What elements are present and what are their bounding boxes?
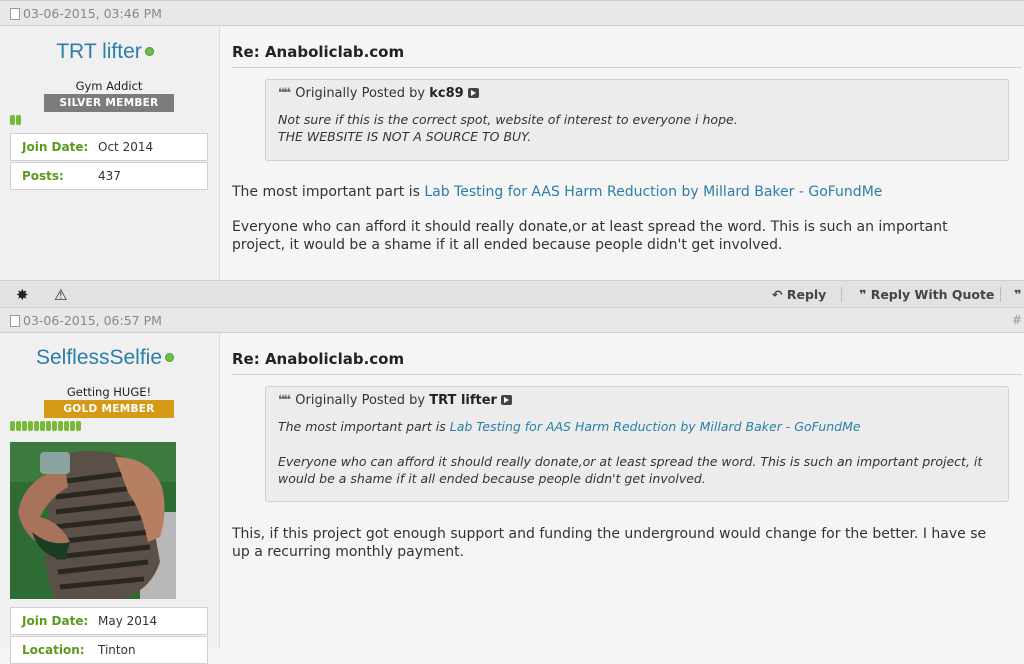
reputation-pip-icon bbox=[10, 421, 15, 431]
user-title: Gym Addict bbox=[75, 79, 143, 93]
user-title: Getting HUGE! bbox=[66, 385, 152, 399]
post-body-line: project, it would be a shame if it all e… bbox=[232, 237, 783, 253]
post-body-line: The most important part is Lab Testing f… bbox=[232, 183, 882, 201]
post-body-line: up a recurring monthly payment. bbox=[232, 544, 465, 560]
join-date-value: May 2014 bbox=[98, 614, 158, 628]
reply-with-quote-button[interactable]: ❞ Reply With Quote bbox=[859, 287, 994, 302]
star-icon[interactable]: ✸ bbox=[16, 286, 29, 304]
post-icon bbox=[10, 8, 20, 20]
title-divider bbox=[232, 67, 1022, 68]
divider bbox=[1000, 287, 1001, 302]
join-date-label: Join Date: bbox=[22, 140, 89, 154]
quote-block: ❝❝ Originally Posted by kc89 Not sure if … bbox=[265, 79, 1009, 161]
quote-icon: ❝❝ bbox=[278, 393, 291, 408]
reputation-pip-icon bbox=[34, 421, 39, 431]
title-divider bbox=[232, 374, 1022, 375]
post-date-bar: 03-06-2015, 06:57 PM # bbox=[0, 307, 1024, 333]
quote-prefix: Originally Posted by bbox=[295, 393, 426, 408]
view-post-icon[interactable] bbox=[467, 88, 479, 98]
quote-line: THE WEBSITE IS NOT A SOURCE TO BUY. bbox=[278, 129, 532, 144]
reply-button[interactable]: ↶ Reply bbox=[772, 287, 826, 302]
post-title: Re: Anaboliclab.com bbox=[232, 43, 405, 61]
reply-arrow-icon: ↶ bbox=[772, 287, 783, 302]
location-value: Tinton bbox=[98, 643, 136, 657]
post-date-text: 03-06-2015, 03:46 PM bbox=[23, 6, 162, 21]
quote-icon: ❝❝ bbox=[278, 86, 291, 101]
quote-bubble-icon: ❞ bbox=[859, 287, 867, 302]
reputation-pip-icon bbox=[16, 115, 21, 125]
join-date-box: Join Date: Oct 2014 bbox=[10, 133, 208, 161]
avatar-image bbox=[10, 442, 176, 599]
reputation-bar bbox=[10, 115, 21, 125]
username-link[interactable]: SelflessSelfie bbox=[0, 346, 210, 370]
username-text[interactable]: TRT lifter bbox=[56, 40, 142, 63]
posts-count-box: Posts: 437 bbox=[10, 162, 208, 190]
post-body-line: Everyone who can afford it should really… bbox=[232, 219, 948, 235]
post-number-link[interactable]: # bbox=[1012, 313, 1022, 327]
post-date-bar: 03-06-2015, 03:46 PM bbox=[0, 0, 1024, 26]
view-post-icon[interactable] bbox=[500, 395, 512, 405]
body-text: The most important part is bbox=[232, 184, 420, 200]
quote-header: ❝❝ Originally Posted by TRT lifter bbox=[278, 393, 512, 408]
quote-line: The most important part is Lab Testing f… bbox=[278, 418, 861, 435]
post-date: 03-06-2015, 03:46 PM bbox=[10, 6, 162, 21]
reputation-bar bbox=[10, 421, 81, 431]
reputation-pip-icon bbox=[22, 421, 27, 431]
reply-label: Reply bbox=[786, 287, 827, 302]
post-body-line: This, if this project got enough support… bbox=[232, 526, 987, 542]
gofundme-link[interactable]: Lab Testing for AAS Harm Reduction by Mi… bbox=[450, 419, 861, 434]
reputation-pip-icon bbox=[46, 421, 51, 431]
divider bbox=[841, 287, 842, 302]
quote-line: Not sure if this is the correct spot, we… bbox=[278, 112, 738, 127]
reply-quote-label: Reply With Quote bbox=[870, 287, 995, 302]
post-date-text: 03-06-2015, 06:57 PM bbox=[23, 313, 162, 328]
quote-line: Everyone who can afford it should really… bbox=[278, 454, 983, 469]
online-status-icon bbox=[165, 353, 175, 362]
rank-badge: SILVER MEMBER bbox=[44, 94, 174, 112]
quote-author: kc89 bbox=[429, 86, 464, 101]
report-warning-icon[interactable]: ⚠ bbox=[54, 286, 67, 304]
reputation-pip-icon bbox=[16, 421, 21, 431]
quote-line: would be a shame if it all ended because… bbox=[278, 471, 706, 486]
quote-header: ❝❝ Originally Posted by kc89 bbox=[278, 86, 479, 101]
join-date-box: Join Date: May 2014 bbox=[10, 607, 208, 635]
posts-count-value: 437 bbox=[98, 169, 121, 183]
post-icon bbox=[10, 315, 20, 327]
reputation-pip-icon bbox=[64, 421, 69, 431]
user-avatar[interactable] bbox=[10, 442, 176, 599]
location-label: Location: bbox=[22, 643, 85, 657]
quote-prefix: Originally Posted by bbox=[295, 86, 426, 101]
quote-block: ❝❝ Originally Posted by TRT lifter The mo… bbox=[265, 386, 1009, 502]
quote-author: TRT lifter bbox=[429, 393, 497, 408]
online-status-icon bbox=[144, 47, 154, 56]
rank-badge: GOLD MEMBER bbox=[44, 400, 174, 418]
join-date-label: Join Date: bbox=[22, 614, 89, 628]
post-date: 03-06-2015, 06:57 PM bbox=[10, 313, 162, 328]
reputation-pip-icon bbox=[52, 421, 57, 431]
posts-count-label: Posts: bbox=[22, 169, 64, 183]
reputation-pip-icon bbox=[76, 421, 81, 431]
username-link[interactable]: TRT lifter bbox=[0, 40, 210, 64]
location-box: Location: Tinton bbox=[10, 636, 208, 664]
post-action-bar: ✸ ⚠ ↶ Reply ❞ Reply With Quote ❞ bbox=[0, 280, 1024, 308]
reputation-pip-icon bbox=[28, 421, 33, 431]
reputation-pip-icon bbox=[10, 115, 15, 125]
join-date-value: Oct 2014 bbox=[98, 140, 154, 154]
quote-text: The most important part is bbox=[278, 419, 446, 434]
multi-quote-icon[interactable]: ❞ bbox=[1014, 287, 1021, 302]
user-info-pane: TRT lifter Gym Addict SILVER MEMBER Join… bbox=[0, 26, 220, 280]
reputation-pip-icon bbox=[70, 421, 75, 431]
post-title: Re: Anaboliclab.com bbox=[232, 350, 405, 368]
reputation-pip-icon bbox=[58, 421, 63, 431]
reputation-pip-icon bbox=[40, 421, 45, 431]
username-text[interactable]: SelflessSelfie bbox=[36, 346, 162, 369]
gofundme-link[interactable]: Lab Testing for AAS Harm Reduction by Mi… bbox=[424, 184, 882, 200]
